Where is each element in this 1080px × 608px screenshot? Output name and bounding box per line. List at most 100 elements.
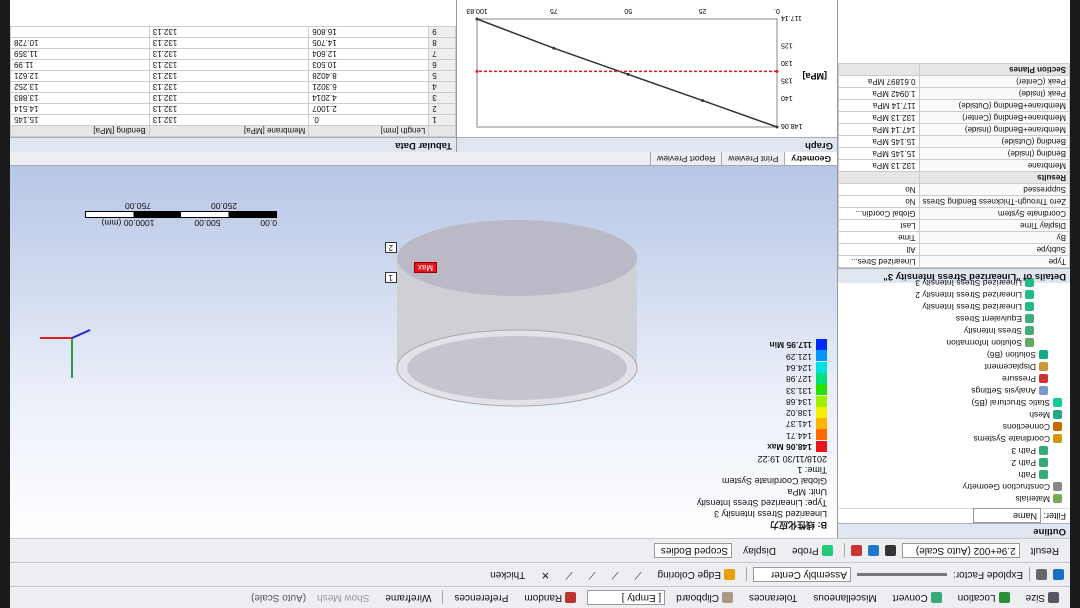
outline-tree-item[interactable]: Pressure — [838, 373, 1062, 385]
display-button[interactable]: Display — [738, 543, 781, 558]
wireframe-button[interactable]: Wireframe — [380, 590, 436, 605]
convert-button[interactable]: Convert — [888, 590, 947, 605]
table-row[interactable]: 4 6.3021 132.13 13.252 — [10, 81, 456, 93]
miscellaneous-button[interactable]: Miscellaneous — [808, 590, 881, 605]
outline-tree-item[interactable]: Linearized Stress Intensity 2 — [838, 289, 1062, 301]
edge-coloring-icon — [723, 569, 735, 580]
result-line-2: Type: Linearized Stress Intensity — [696, 498, 827, 508]
details-row[interactable]: Coordinate System Global Coordin... — [838, 207, 1070, 220]
outline-tree-item[interactable]: Solution (B6) — [838, 349, 1062, 361]
size-button[interactable]: Size — [1021, 590, 1064, 605]
outline-tree-item[interactable]: Connections — [838, 421, 1062, 433]
table-row[interactable]: 9 16.806 132.13 — [10, 26, 456, 38]
details-row[interactable]: Peak (Center) 0.61897 MPa — [838, 75, 1070, 88]
details-row[interactable]: Membrane+Bending (Center) 132.13 MPa — [838, 111, 1070, 124]
details-row[interactable]: Display Time Last — [838, 219, 1070, 232]
contour-icon[interactable] — [884, 545, 896, 556]
edge-style-button-3[interactable]: ⟋ — [584, 567, 601, 582]
column-header[interactable] — [428, 125, 456, 137]
assembly-center-select[interactable]: Assembly Center — [752, 567, 851, 582]
filter-select[interactable]: Name — [972, 508, 1041, 523]
tab-report-preview[interactable]: Report Preview — [650, 151, 722, 165]
table-row[interactable]: 1 0. 132.13 15.145 — [10, 114, 456, 126]
clipboard-field[interactable]: [ Empty ] — [587, 590, 666, 605]
outline-tree-item[interactable]: Linearized Stress Intensity — [838, 301, 1062, 313]
table-cell: 13.883 — [10, 92, 150, 104]
details-row[interactable]: Membrane 132.13 MPa — [838, 159, 1070, 172]
details-key: Peak (Center) — [919, 75, 1070, 88]
table-row[interactable]: 6 10.503 132.13 11.99 — [10, 59, 456, 71]
outline-tree-item[interactable]: Static Structural (B5) — [838, 397, 1062, 409]
legend-value: 144.71 — [786, 430, 812, 441]
cylinder-model[interactable] — [347, 208, 677, 408]
table-row[interactable]: 2 2.1007 132.13 14.514 — [10, 103, 456, 115]
outline-tree-item[interactable]: Construction Geometry — [838, 481, 1062, 493]
tab-geometry[interactable]: Geometry — [784, 151, 837, 165]
details-row[interactable]: Type Linearized Stres... — [838, 255, 1070, 268]
table-row[interactable]: 5 8.4028 132.13 12.621 — [10, 70, 456, 82]
result-line-6: 2018/11/30 19:22 — [757, 454, 827, 464]
details-value: 132.13 MPa — [838, 111, 920, 124]
thicken-button[interactable]: Thicken — [485, 567, 530, 582]
details-row[interactable]: Peak (Inside) 1.0942 MPa — [838, 87, 1070, 100]
outline-tree-item[interactable]: Equivalent Stress — [838, 313, 1062, 325]
toolbar-divider — [442, 590, 444, 605]
table-row[interactable]: 8 14.705 132.13 10.728 — [10, 37, 456, 49]
details-row[interactable]: Subtype All — [838, 243, 1070, 256]
outline-tree-item[interactable]: Displacement — [838, 361, 1062, 373]
outline-tree-item[interactable]: Coordinate Systems — [838, 433, 1062, 445]
location-button[interactable]: Location — [953, 590, 1015, 605]
details-value: No — [838, 183, 920, 196]
column-header[interactable]: Bending [MPa] — [10, 125, 150, 137]
edge-style-button-4[interactable]: ⟋ — [561, 567, 578, 582]
probe-label-2[interactable]: 2 — [384, 242, 397, 253]
scoped-bodies-select[interactable]: Scoped Bodies — [654, 543, 733, 558]
clipboard-button[interactable]: Clipboard — [671, 590, 738, 605]
outline-tree-item[interactable]: Solution Information — [838, 337, 1062, 349]
graphics-viewport[interactable]: B: 线性化应力 Linearized Stress Intensity 3 T… — [10, 166, 837, 538]
column-header[interactable]: Length [mm] — [308, 125, 429, 137]
details-row[interactable]: Membrane+Bending (Outside) 117.14 MPa — [838, 99, 1070, 112]
column-header[interactable]: Membrane [MPa] — [149, 125, 309, 137]
details-row[interactable]: Bending (Outside) 15.145 MPa — [838, 135, 1070, 148]
close-edge-button[interactable]: ✕ — [536, 567, 554, 582]
select-icon[interactable] — [1036, 569, 1047, 580]
details-row[interactable]: Zero Through-Thickness Bending Stress No — [838, 195, 1070, 208]
tolerances-button[interactable]: Tolerances — [744, 590, 802, 605]
probe-label-1[interactable]: 1 — [384, 272, 397, 283]
result-button[interactable]: Result — [1026, 543, 1064, 558]
details-row[interactable]: Section Planes — [838, 63, 1070, 76]
edges-icon[interactable] — [850, 545, 862, 556]
table-cell: 9 — [428, 26, 456, 38]
outline-tree-item[interactable]: Path 2 — [838, 457, 1062, 469]
outline-tree-item[interactable]: Path 3 — [838, 445, 1062, 457]
explode-factor-slider[interactable] — [856, 573, 947, 576]
preferences-button[interactable]: Preferences — [449, 590, 513, 605]
result-scale-select[interactable]: 2.9e+002 (Auto Scale) — [901, 543, 1020, 558]
max-marker[interactable]: Max — [413, 262, 437, 273]
legend-row: 121.29 — [767, 350, 827, 362]
details-row[interactable]: Membrane+Bending (Inside) 147.14 MPa — [838, 123, 1070, 136]
table-row[interactable]: 7 12.604 132.13 11.359 — [10, 48, 456, 60]
pin-icon[interactable] — [1053, 569, 1064, 580]
edge-style-button-2[interactable]: ⟋ — [607, 567, 624, 582]
edge-style-button-1[interactable]: ⟋ — [630, 567, 647, 582]
linearized-stress-chart[interactable]: [MPa] 117.14 125 130 135 140 148.06 0. 25 50 75 100… — [457, 0, 837, 137]
legend-icon[interactable] — [867, 545, 879, 556]
edge-coloring-button[interactable]: Edge Coloring — [653, 567, 740, 582]
tree-node-label: Construction Geometry — [962, 482, 1050, 492]
details-row[interactable]: By Time — [838, 231, 1070, 244]
details-row[interactable]: Bending (Inside) 15.145 MPa — [838, 147, 1070, 160]
probe-button[interactable]: Probe — [787, 543, 838, 558]
details-row[interactable]: Suppressed No — [838, 183, 1070, 196]
table-row[interactable]: 3 4.2014 132.13 13.883 — [10, 92, 456, 104]
outline-tree-item[interactable]: Materials — [838, 493, 1062, 505]
show-mesh-button[interactable]: Show Mesh — [312, 590, 374, 605]
tab-print-preview[interactable]: Print Preview — [721, 151, 785, 165]
outline-tree-item[interactable]: Mesh — [838, 409, 1062, 421]
outline-tree-item[interactable]: Analysis Settings — [838, 385, 1062, 397]
outline-tree-item[interactable]: Stress Intensity — [838, 325, 1062, 337]
outline-tree-item[interactable]: Path — [838, 469, 1062, 481]
random-button[interactable]: Random — [519, 590, 581, 605]
details-row[interactable]: Results — [838, 171, 1070, 184]
